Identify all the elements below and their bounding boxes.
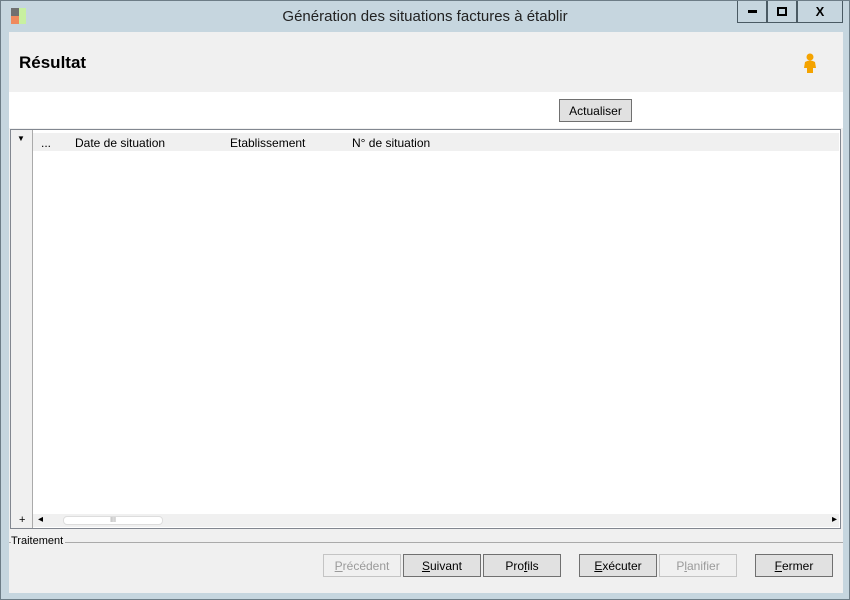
profiles-button[interactable]: Pro f ils xyxy=(483,554,561,577)
person-icon[interactable] xyxy=(803,53,817,73)
row-gutter: ▼ + xyxy=(11,130,33,528)
scroll-left-icon[interactable]: ◂ xyxy=(38,514,43,525)
refresh-button[interactable]: Actualiser xyxy=(559,99,632,122)
column-header-situation-number[interactable]: N° de situation xyxy=(352,136,430,150)
close-window-button[interactable]: X xyxy=(797,1,843,23)
next-button[interactable]: Suivant xyxy=(403,554,481,577)
group-label: Traitement xyxy=(11,535,66,547)
group-divider xyxy=(9,542,843,543)
execute-button[interactable]: Exécuter xyxy=(579,554,657,577)
expand-icon[interactable]: ▼ xyxy=(17,134,25,143)
results-grid[interactable]: ▼ + ... Date de situation Etablissement … xyxy=(10,129,841,529)
column-header-establishment[interactable]: Etablissement xyxy=(230,136,305,150)
toolbar: Actualiser xyxy=(9,92,843,128)
previous-button[interactable]: Précédent xyxy=(323,554,401,577)
title-bar[interactable]: Génération des situations factures à éta… xyxy=(1,1,849,31)
column-header-date[interactable]: Date de situation xyxy=(75,136,165,150)
scroll-thumb[interactable]: III xyxy=(63,516,163,525)
column-header-more[interactable]: ... xyxy=(41,136,51,150)
minimize-button[interactable] xyxy=(737,1,767,23)
window-title: Génération des situations factures à éta… xyxy=(282,8,568,25)
close-button[interactable]: Fermer xyxy=(755,554,833,577)
minimize-icon xyxy=(747,10,757,13)
client-area: Résultat Actualiser ▼ + ... Date de situ… xyxy=(9,32,843,593)
horizontal-scrollbar[interactable]: ◂ III ▸ xyxy=(33,514,839,527)
add-row-button[interactable]: + xyxy=(19,514,25,526)
maximize-button[interactable] xyxy=(767,1,797,23)
window: Génération des situations factures à éta… xyxy=(0,0,850,600)
page-title: Résultat xyxy=(19,53,87,72)
grid-header: ... Date de situation Etablissement N° d… xyxy=(33,133,839,151)
header: Résultat xyxy=(9,32,843,92)
schedule-button[interactable]: Pl anifier xyxy=(659,554,737,577)
maximize-icon xyxy=(777,7,787,16)
scroll-right-icon[interactable]: ▸ xyxy=(832,514,837,525)
